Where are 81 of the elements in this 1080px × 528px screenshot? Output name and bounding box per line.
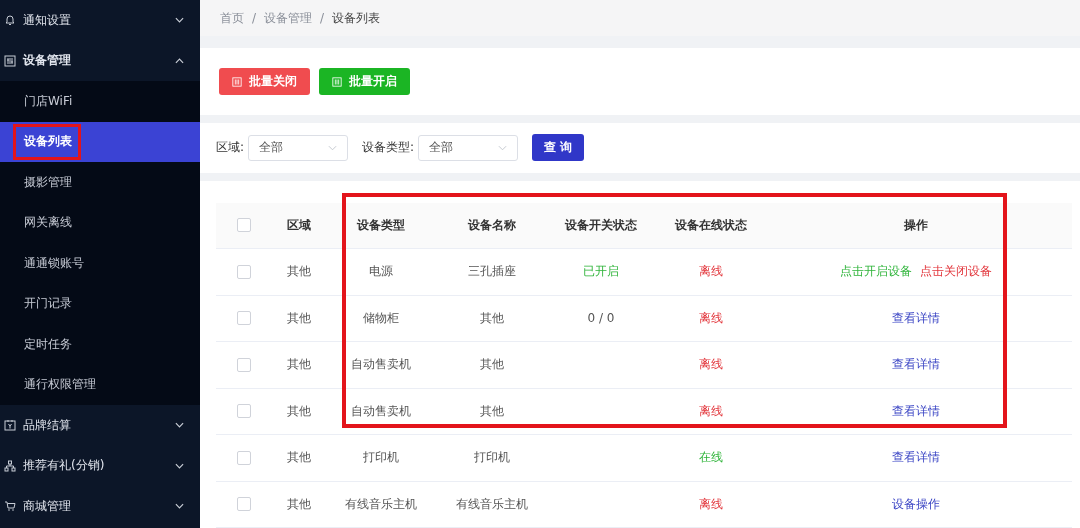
- column-header: 设备开关状态: [563, 216, 638, 234]
- checkbox[interactable]: [237, 404, 251, 419]
- filter-select[interactable]: 全部: [248, 134, 349, 161]
- checkbox[interactable]: [237, 264, 251, 279]
- chevron-down-icon: [328, 144, 338, 151]
- menu-group[interactable]: 商城管理: [0, 486, 200, 527]
- filter-select[interactable]: 全部: [418, 134, 519, 161]
- table-cell-text: 其他: [285, 263, 312, 281]
- menu-item[interactable]: 开门记录: [0, 283, 200, 324]
- menu-group[interactable]: 设备管理: [0, 40, 200, 81]
- table-cell-text: 自动售卖机: [350, 402, 412, 420]
- online-status: 离线: [699, 263, 723, 281]
- online-status: 离线: [699, 495, 723, 513]
- online-status: 在线: [699, 449, 723, 467]
- sliders-icon: [332, 76, 342, 87]
- menu-item[interactable]: 摄影管理: [0, 162, 200, 203]
- table-cell-text: 其他: [285, 495, 312, 513]
- table-cell-text: 打印机: [472, 449, 511, 467]
- column-header: 设备类型: [355, 216, 406, 234]
- table-cell-text: 储物柜: [362, 309, 400, 327]
- menu-group-label: 通知设置: [23, 11, 72, 29]
- menu-item[interactable]: 通行权限管理: [0, 364, 200, 405]
- menu-group-label: 设备管理: [23, 52, 72, 70]
- action-link[interactable]: 查看详情: [892, 309, 940, 327]
- breadcrumb-separator: /: [320, 11, 325, 26]
- batch-close-button[interactable]: 批量关闭: [219, 68, 310, 96]
- checkbox[interactable]: [237, 218, 251, 233]
- menu-group-label: 商城管理: [23, 497, 72, 515]
- table-cell-text: 电源: [368, 263, 394, 281]
- table-cell-text: 打印机: [362, 449, 400, 467]
- highlight-frame: [13, 123, 81, 160]
- table-cell-text: 自动售卖机: [350, 356, 412, 374]
- menu-group-label: 品牌结算: [23, 416, 72, 434]
- table-cell-text: 其他: [478, 309, 505, 327]
- action-link[interactable]: 点击关闭设备: [920, 263, 992, 281]
- checkbox[interactable]: [237, 497, 251, 512]
- column-header: 操作: [903, 216, 929, 234]
- action-link[interactable]: 查看详情: [892, 356, 940, 374]
- table-cell-text: 其他: [285, 356, 312, 374]
- table-cell-text: 其他: [285, 449, 312, 467]
- menu-group-label: 推荐有礼(分销): [23, 457, 106, 475]
- menu-item[interactable]: 通通锁账号: [0, 243, 200, 284]
- menu-item[interactable]: 门店WiFi: [0, 81, 200, 122]
- sliders-icon: [232, 76, 242, 87]
- online-status: 离线: [699, 356, 723, 374]
- menu-item[interactable]: 定时任务: [0, 324, 200, 365]
- column-header: 设备名称: [466, 216, 517, 234]
- chevron-down-icon: [498, 144, 508, 151]
- menu-item[interactable]: 设备列表: [0, 121, 200, 162]
- switch-status: 0 / 0: [587, 311, 615, 326]
- table-cell-text: 其他: [285, 309, 312, 327]
- action-link[interactable]: 查看详情: [892, 449, 940, 467]
- calendar-icon: [4, 419, 16, 432]
- hierarchy-icon: [4, 459, 16, 472]
- online-status: 离线: [699, 402, 723, 420]
- query-button[interactable]: 查 询: [532, 134, 585, 162]
- action-link[interactable]: 查看详情: [892, 402, 940, 420]
- filter-label: 区域:: [216, 139, 245, 157]
- table-cell-text: 有线音乐主机: [454, 495, 529, 513]
- online-status: 离线: [699, 309, 723, 327]
- checkbox[interactable]: [237, 450, 251, 465]
- table-cell-text: 其他: [285, 402, 312, 420]
- switch-status: 已开启: [583, 263, 619, 281]
- filter-label: 设备类型:: [362, 139, 415, 157]
- bell-icon: [4, 14, 16, 27]
- table-cell-text: 有线音乐主机: [344, 495, 418, 513]
- column-header: 设备在线状态: [673, 216, 748, 234]
- action-link[interactable]: 设备操作: [892, 495, 940, 513]
- sliders-icon: [4, 54, 16, 67]
- column-header: 区域: [285, 216, 312, 234]
- checkbox[interactable]: [237, 311, 251, 326]
- menu-group[interactable]: 品牌结算: [0, 405, 200, 446]
- table-cell-text: 其他: [478, 402, 505, 420]
- table-cell-text: 三孔插座: [466, 263, 517, 281]
- menu-group[interactable]: 推荐有礼(分销): [0, 445, 200, 486]
- checkbox[interactable]: [237, 357, 251, 372]
- cart-icon: [4, 500, 16, 513]
- breadcrumb-separator: /: [252, 11, 257, 26]
- table-cell-text: 其他: [478, 356, 505, 374]
- menu-group[interactable]: 通知设置: [0, 0, 200, 41]
- menu-item[interactable]: 网关离线: [0, 202, 200, 243]
